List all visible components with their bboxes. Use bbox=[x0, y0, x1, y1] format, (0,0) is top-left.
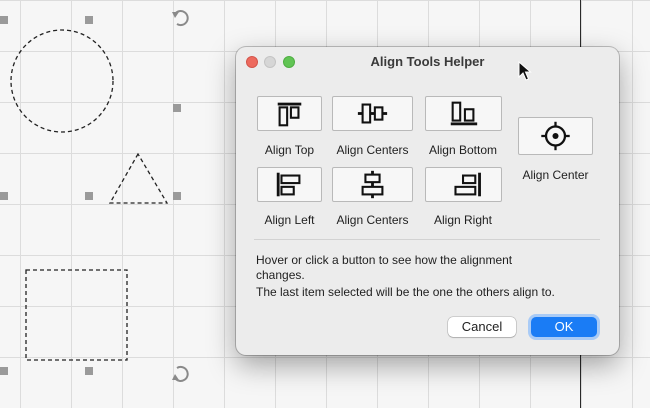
align-bottom-button[interactable] bbox=[425, 96, 502, 131]
align-right-label: Align Right bbox=[433, 213, 493, 227]
close-window-button[interactable] bbox=[246, 56, 258, 68]
rotate-icon[interactable] bbox=[170, 8, 190, 28]
crosshair-icon bbox=[541, 121, 570, 151]
align-centers-horizontal-label: Align Centers bbox=[336, 213, 409, 227]
align-center-label: Align Center bbox=[522, 168, 589, 182]
align-top-icon bbox=[277, 102, 302, 127]
help-text-line-3: The last item selected will be the one t… bbox=[256, 285, 555, 299]
align-centers-vertical-button[interactable] bbox=[332, 96, 413, 131]
circle-shape bbox=[10, 29, 114, 133]
square-shape bbox=[25, 269, 128, 361]
selection-handle-icon[interactable] bbox=[0, 16, 8, 24]
selection-handle-icon[interactable] bbox=[0, 192, 8, 200]
align-left-icon bbox=[276, 172, 301, 197]
title-bar[interactable]: Align Tools Helper bbox=[236, 47, 619, 77]
align-right-button[interactable] bbox=[425, 167, 502, 202]
selection-handle-icon[interactable] bbox=[173, 192, 181, 200]
selection-handle-icon[interactable] bbox=[85, 367, 93, 375]
triangle-shape bbox=[108, 152, 169, 204]
align-tools-dialog: Align Tools Helper Align Top Align Cente… bbox=[236, 47, 619, 355]
align-centers-vertical-icon bbox=[357, 103, 388, 124]
selection-handle-icon[interactable] bbox=[85, 16, 93, 24]
align-right-icon bbox=[454, 172, 481, 197]
align-centers-vertical-label: Align Centers bbox=[336, 143, 409, 157]
align-bottom-icon bbox=[450, 101, 478, 126]
selection-handle-icon[interactable] bbox=[0, 367, 8, 375]
align-top-label: Align Top bbox=[264, 143, 315, 157]
align-left-button[interactable] bbox=[257, 167, 322, 202]
ok-button[interactable]: OK bbox=[531, 317, 597, 337]
mouse-pointer-icon bbox=[518, 61, 532, 81]
cancel-button[interactable]: Cancel bbox=[448, 317, 516, 337]
separator bbox=[254, 239, 600, 240]
zoom-window-button[interactable] bbox=[283, 56, 295, 68]
help-text-line-1: Hover or click a button to see how the a… bbox=[256, 253, 513, 267]
help-text-line-2: changes. bbox=[256, 268, 305, 282]
selection-handle-icon[interactable] bbox=[85, 192, 93, 200]
rotate-icon[interactable] bbox=[170, 364, 190, 384]
minimize-window-button[interactable] bbox=[264, 56, 276, 68]
align-top-button[interactable] bbox=[257, 96, 322, 131]
align-center-button[interactable] bbox=[518, 117, 593, 155]
align-centers-horizontal-button[interactable] bbox=[332, 167, 413, 202]
align-bottom-label: Align Bottom bbox=[428, 143, 498, 157]
align-left-label: Align Left bbox=[264, 213, 315, 227]
selection-handle-icon[interactable] bbox=[173, 104, 181, 112]
align-centers-horizontal-icon bbox=[361, 170, 384, 199]
